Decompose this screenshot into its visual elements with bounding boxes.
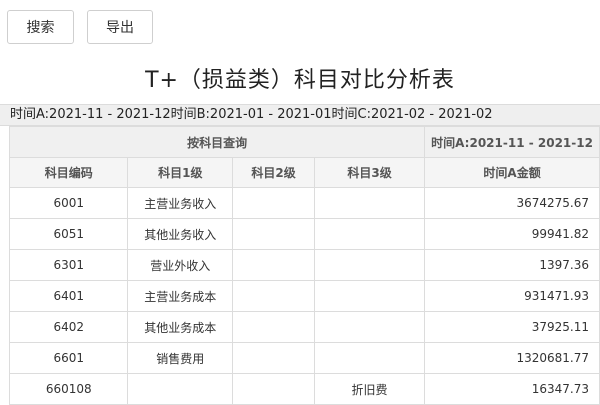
cell-level3 (313, 187, 426, 219)
cell-level2 (232, 218, 315, 250)
cell-level1: 其他业务成本 (127, 311, 234, 343)
cell-code: 6051 (8, 218, 129, 250)
comparison-table: 按科目查询 时间A:2021-11 - 2021-12 科目编码 科目1级 科目… (8, 126, 600, 405)
cell-amount: 99941.82 (424, 218, 600, 250)
cell-level1: 其他业务收入 (127, 218, 234, 250)
cell-amount: 3674275.67 (424, 187, 600, 219)
cell-level2 (232, 342, 315, 374)
export-button[interactable]: 导出 (87, 10, 153, 44)
table-row[interactable]: 6601 销售费用 1320681.77 (8, 342, 600, 374)
column-header[interactable]: 科目3级 (313, 157, 426, 188)
cell-code: 6601 (8, 342, 129, 374)
cell-code: 6401 (8, 280, 129, 312)
cell-level3 (313, 280, 426, 312)
cell-level1: 主营业务收入 (127, 187, 234, 219)
report-title: T+（损益类）科目对比分析表 (145, 68, 455, 93)
column-header[interactable]: 科目1级 (127, 157, 234, 188)
cell-level1: 主营业务成本 (127, 280, 234, 312)
table-row[interactable]: 6051 其他业务收入 99941.82 (8, 218, 600, 250)
cell-code: 6402 (8, 311, 129, 343)
cell-amount: 37925.11 (424, 311, 600, 343)
cell-level3 (313, 218, 426, 250)
cell-code: 6001 (8, 187, 129, 219)
table-row[interactable]: 6401 主营业务成本 931471.93 (8, 280, 600, 312)
cell-level2 (232, 311, 315, 343)
group-header-query: 按科目查询 (8, 126, 426, 158)
group-header-time-a: 时间A:2021-11 - 2021-12 (424, 126, 600, 158)
cell-amount: 931471.93 (424, 280, 600, 312)
cell-level1: 营业外收入 (127, 249, 234, 281)
table-row[interactable]: 6301 营业外收入 1397.36 (8, 249, 600, 281)
cell-amount: 1397.36 (424, 249, 600, 281)
cell-level2 (232, 280, 315, 312)
column-header[interactable]: 科目2级 (232, 157, 315, 188)
cell-level2 (232, 187, 315, 219)
cell-level3 (313, 249, 426, 281)
column-header[interactable]: 时间A金额 (424, 157, 600, 188)
cell-level2 (232, 249, 315, 281)
search-button[interactable]: 搜索 (7, 10, 74, 44)
cell-code: 6301 (8, 249, 129, 281)
column-header[interactable]: 科目编码 (8, 157, 129, 188)
time-range-line: 时间A:2021-11 - 2021-12时间B:2021-01 - 2021-… (0, 104, 600, 126)
cell-level1: 销售费用 (127, 342, 234, 374)
cell-level3 (313, 342, 426, 374)
table-row[interactable]: 6402 其他业务成本 37925.11 (8, 311, 600, 343)
cell-level3 (313, 311, 426, 343)
table-row[interactable]: 6001 主营业务收入 3674275.67 (8, 187, 600, 219)
cell-amount: 1320681.77 (424, 342, 600, 374)
